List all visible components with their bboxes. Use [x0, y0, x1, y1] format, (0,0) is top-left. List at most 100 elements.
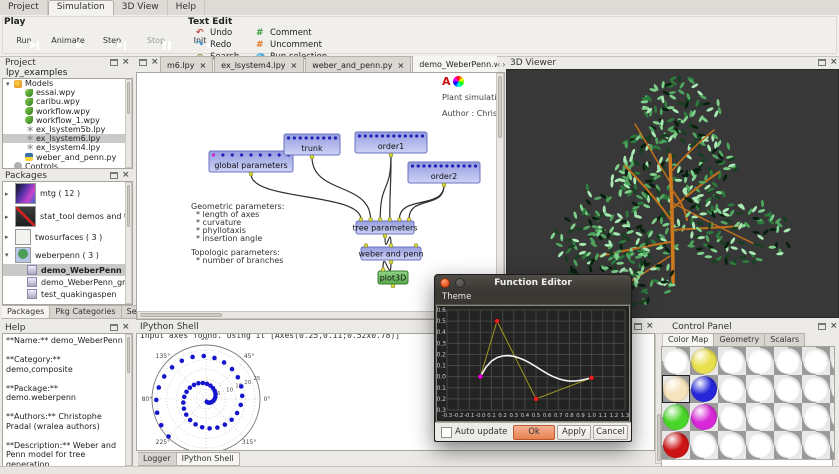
- close-panel-icon[interactable]: ×: [122, 172, 130, 179]
- input-port-icon[interactable]: [259, 153, 262, 156]
- package-item[interactable]: ▾ weberpenn ( 3 ): [3, 246, 132, 264]
- project-tree-item[interactable]: caribu.wpy: [3, 97, 132, 106]
- dialog-minimize-icon[interactable]: [455, 278, 465, 288]
- input-port-icon[interactable]: [381, 134, 384, 137]
- theme-menu[interactable]: Theme: [442, 292, 471, 302]
- colormap-material-cell[interactable]: [830, 431, 835, 459]
- package-item[interactable]: ▸ stat_tool demos and tutorials ( 2 ): [3, 205, 132, 228]
- input-port-icon[interactable]: [434, 164, 437, 167]
- input-port-icon[interactable]: [375, 134, 378, 137]
- input-port-icon[interactable]: [268, 153, 271, 156]
- shell-tab[interactable]: IPython Shell: [177, 452, 240, 466]
- float-panel-icon[interactable]: [818, 323, 826, 330]
- input-port-icon[interactable]: [414, 244, 418, 248]
- input-port-icon[interactable]: [407, 218, 411, 222]
- function-editor-dialog[interactable]: Function Editor Theme 0.60.50.40.30.20.1…: [434, 274, 632, 442]
- colormap-material-cell[interactable]: [662, 431, 690, 459]
- output-port-icon[interactable]: [310, 155, 314, 159]
- expand-arrow-icon[interactable]: ▾: [6, 80, 14, 88]
- colormap-material-cell[interactable]: [802, 431, 830, 459]
- colormap-material-cell[interactable]: [690, 403, 718, 431]
- control-point[interactable]: [589, 375, 594, 380]
- colormap-material-cell[interactable]: [746, 431, 774, 459]
- float-panel-icon[interactable]: [110, 324, 118, 331]
- close-tab-icon[interactable]: ×: [199, 61, 206, 70]
- function-curve-plot[interactable]: 0.60.50.40.30.20.1-0.0-0.1-0.2-0.3-0.3-0…: [437, 306, 629, 418]
- package-item[interactable]: demo_WeberPenn: [3, 264, 132, 276]
- input-port-icon[interactable]: [421, 134, 424, 137]
- colormap-material-cell[interactable]: [718, 347, 746, 375]
- input-port-icon[interactable]: [451, 164, 454, 167]
- colormap-material-cell[interactable]: [690, 431, 718, 459]
- play-button[interactable]: Stop: [134, 35, 178, 45]
- control-point[interactable]: [495, 319, 500, 324]
- input-port-icon[interactable]: [462, 164, 465, 167]
- colormap-material-cell[interactable]: [662, 403, 690, 431]
- output-port-icon[interactable]: [391, 284, 395, 288]
- input-port-icon[interactable]: [398, 218, 402, 222]
- editor-tab[interactable]: weber_and_penn.py ×: [305, 56, 411, 72]
- output-port-icon[interactable]: [249, 172, 253, 176]
- play-button[interactable]: Animate: [46, 35, 90, 45]
- editor-tab[interactable]: demo_WeberPenn.wpy ×: [412, 56, 497, 72]
- input-port-icon[interactable]: [415, 134, 418, 137]
- packages-scrollbar[interactable]: [125, 182, 132, 304]
- input-port-icon[interactable]: [231, 153, 234, 156]
- close-panel-icon[interactable]: ×: [830, 59, 838, 66]
- dialog-close-icon[interactable]: [440, 278, 450, 288]
- packages-tab[interactable]: Pkg Categories: [50, 305, 121, 319]
- textedit-action[interactable]: Uncomment: [256, 40, 327, 50]
- close-tab-icon[interactable]: ×: [398, 61, 405, 70]
- output-port-icon[interactable]: [389, 260, 393, 264]
- float-panel-icon[interactable]: [139, 59, 147, 66]
- expand-arrow-icon[interactable]: ▸: [5, 190, 13, 198]
- input-port-icon[interactable]: [409, 134, 412, 137]
- close-tab-icon[interactable]: ×: [291, 61, 298, 70]
- package-item[interactable]: ▸ mtg ( 12 ): [3, 182, 132, 205]
- input-port-icon[interactable]: [445, 164, 448, 167]
- input-port-icon[interactable]: [381, 268, 385, 272]
- menu-tab[interactable]: 3D View: [114, 1, 168, 15]
- project-scrollbar[interactable]: [125, 79, 132, 168]
- project-tree-item[interactable]: essai.wpy: [3, 88, 132, 97]
- input-port-icon[interactable]: [440, 164, 443, 167]
- colormap-material-cell[interactable]: [718, 375, 746, 403]
- input-port-icon[interactable]: [392, 134, 395, 137]
- menu-tab[interactable]: Help: [168, 1, 206, 15]
- expand-arrow-icon[interactable]: ▸: [5, 233, 13, 241]
- project-tree-item[interactable]: workflow_1.wpy: [3, 116, 132, 125]
- output-port-icon[interactable]: [442, 183, 446, 187]
- input-port-icon[interactable]: [364, 134, 367, 137]
- project-tree-item[interactable]: Controls: [3, 162, 132, 169]
- colormap-material-cell[interactable]: [690, 375, 718, 403]
- input-port-icon[interactable]: [249, 153, 252, 156]
- package-item[interactable]: test_quakingaspen: [3, 288, 132, 300]
- colormap-material-cell[interactable]: [662, 375, 690, 403]
- input-port-icon[interactable]: [328, 136, 331, 139]
- colormap-material-cell[interactable]: [802, 347, 830, 375]
- shell-tab[interactable]: Logger: [138, 452, 177, 466]
- input-port-icon[interactable]: [212, 153, 215, 156]
- control-panel-tab[interactable]: Geometry: [714, 333, 765, 347]
- colormap-material-cell[interactable]: [774, 431, 802, 459]
- package-item[interactable]: ▸ twosurfaces ( 3 ): [3, 228, 132, 246]
- input-port-icon[interactable]: [417, 164, 420, 167]
- colormap-material-cell[interactable]: [774, 403, 802, 431]
- project-tree-item[interactable]: weber_and_penn.py: [3, 153, 132, 162]
- close-panel-icon[interactable]: ×: [122, 59, 130, 66]
- input-port-icon[interactable]: [388, 218, 392, 222]
- colormap-material-cell[interactable]: [746, 403, 774, 431]
- close-panel-icon[interactable]: ×: [151, 59, 159, 66]
- colormap-material-cell[interactable]: [662, 347, 690, 375]
- input-port-icon[interactable]: [389, 244, 393, 248]
- dialog-titlebar[interactable]: Function Editor: [435, 275, 631, 291]
- input-port-icon[interactable]: [468, 164, 471, 167]
- input-port-icon[interactable]: [364, 244, 368, 248]
- input-port-icon[interactable]: [398, 134, 401, 137]
- control-panel-tab[interactable]: Color Map: [663, 333, 714, 347]
- input-port-icon[interactable]: [369, 134, 372, 137]
- cancel-button[interactable]: Cancel: [593, 425, 628, 440]
- input-port-icon[interactable]: [359, 218, 363, 222]
- close-panel-icon[interactable]: ×: [646, 323, 654, 330]
- package-item[interactable]: demo_WeberPenn_grp_1: [3, 276, 132, 288]
